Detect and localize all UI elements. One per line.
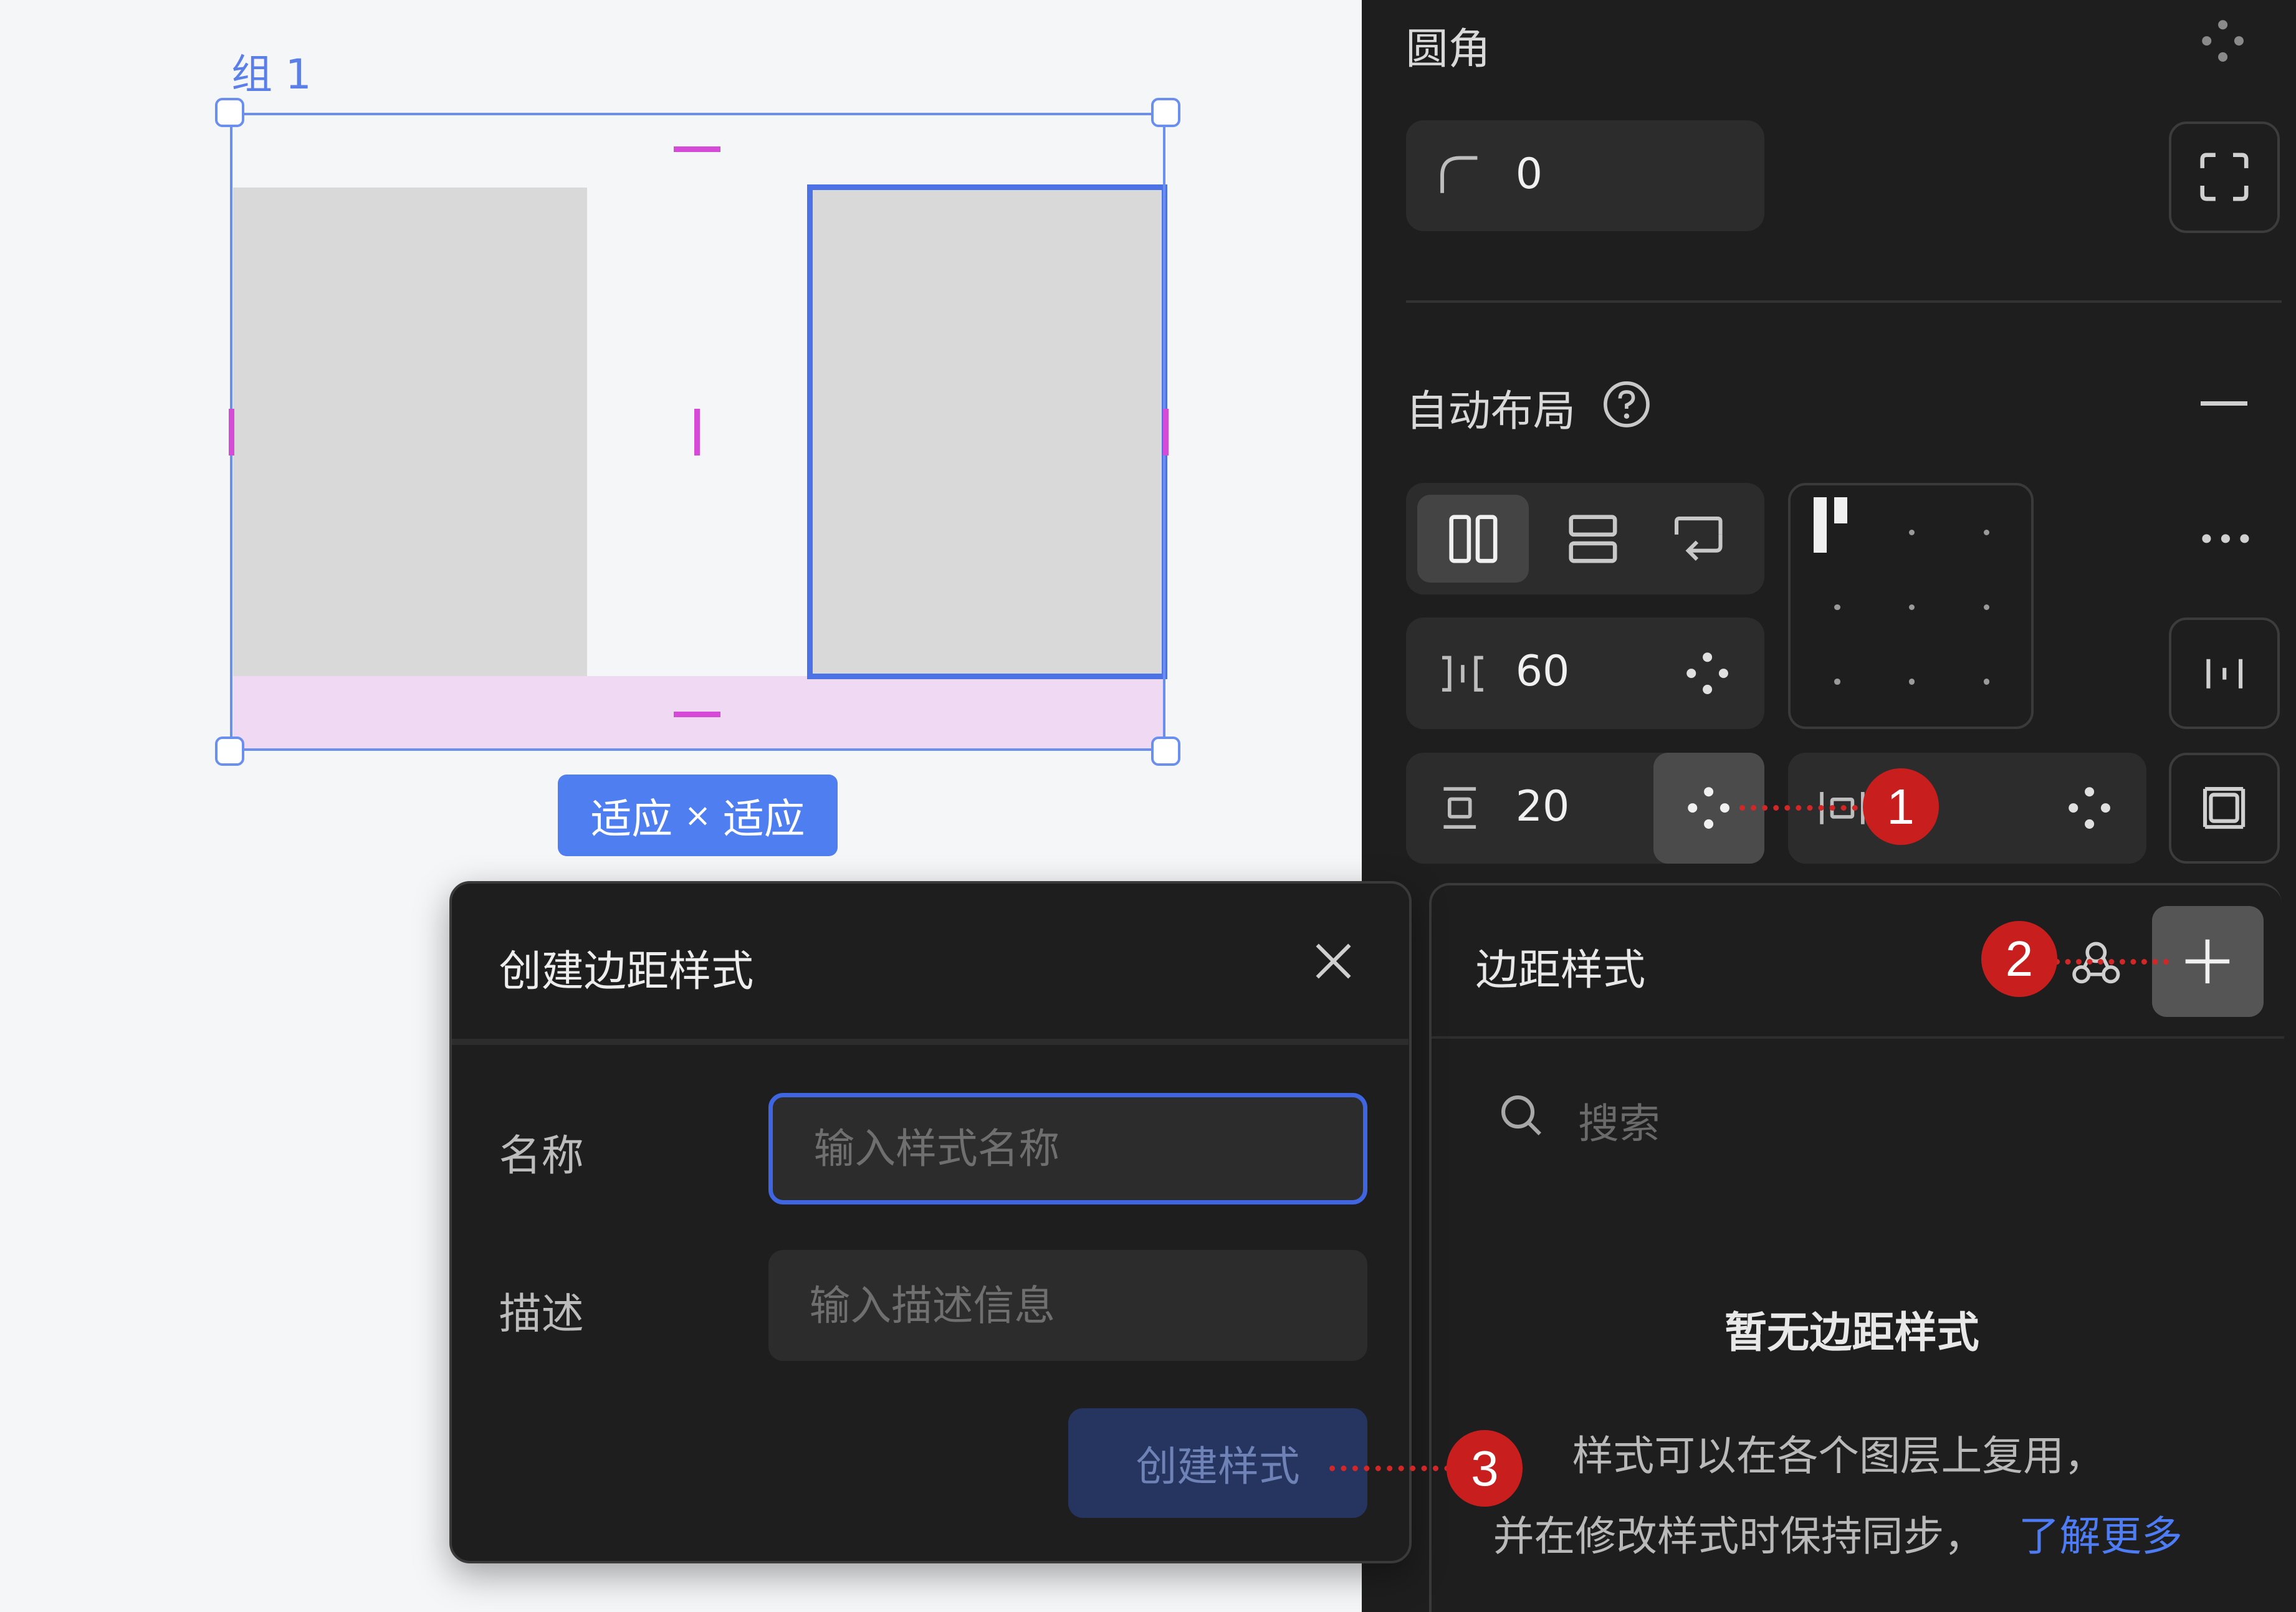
- align-dot[interactable]: [1983, 679, 1990, 685]
- align-dot[interactable]: [1834, 679, 1840, 685]
- direction-vertical-button[interactable]: [1541, 495, 1646, 583]
- alignment-grid[interactable]: [1787, 483, 2034, 730]
- wrap-icon: [1672, 514, 1725, 564]
- direction-horizontal-button[interactable]: [1417, 495, 1529, 583]
- align-dot[interactable]: [1909, 604, 1915, 611]
- learn-more-link[interactable]: 了解更多: [2019, 1512, 2183, 1560]
- add-style-button[interactable]: [2152, 905, 2264, 1018]
- padding-vertical-value: 20: [1515, 781, 1570, 831]
- columns-icon: [1448, 514, 1498, 564]
- close-icon[interactable]: [1314, 942, 1352, 980]
- name-input[interactable]: [768, 1093, 1367, 1204]
- direction-wrap-button[interactable]: [1652, 495, 1757, 583]
- space-between-icon: [2203, 652, 2246, 695]
- frame-label[interactable]: 组 1: [231, 41, 312, 100]
- align-bar-short: [1834, 497, 1848, 524]
- times-sign: ×: [684, 796, 712, 834]
- remove-auto-layout-button[interactable]: [2201, 401, 2248, 406]
- corner-radius-field[interactable]: 0: [1405, 120, 1765, 232]
- create-padding-style-dialog: 创建边距样式 名称 描述 创建样式: [449, 881, 1412, 1564]
- gap-icon: [1438, 652, 1488, 695]
- step-1-connector: [1739, 805, 1880, 811]
- padding-vertical-field[interactable]: 20: [1405, 752, 1765, 864]
- space-between-button[interactable]: [2168, 618, 2280, 730]
- resize-handle-top-right[interactable]: [1150, 98, 1180, 128]
- independent-padding-icon: [2201, 785, 2247, 831]
- padding-h-style-dots-icon[interactable]: [2066, 785, 2113, 831]
- name-label: 名称: [499, 1132, 584, 1181]
- gap-marker[interactable]: [694, 408, 701, 455]
- align-dot[interactable]: [1909, 679, 1915, 685]
- gap-style-dots-icon[interactable]: [1684, 650, 1731, 697]
- size-mode-pill[interactable]: 适应 × 适应: [558, 774, 838, 857]
- gap-field[interactable]: 60: [1405, 618, 1765, 730]
- align-dot[interactable]: [1983, 604, 1990, 611]
- rows-icon: [1568, 514, 1618, 564]
- align-dot[interactable]: [1983, 529, 1990, 536]
- style-dots-icon[interactable]: [2199, 17, 2246, 64]
- independent-padding-button[interactable]: [2168, 752, 2280, 864]
- padding-top-marker[interactable]: [673, 146, 720, 153]
- padding-style-popup: 边距样式 搜索 暂无边距样式 样式可以在各个图层上复用， 并在修改样式时保持同步…: [1429, 882, 2284, 1612]
- dialog-title: 创建边距样式: [499, 947, 754, 996]
- align-dot[interactable]: [1909, 529, 1915, 536]
- auto-layout-title: 自动布局: [1405, 386, 1576, 436]
- step-3-badge: 3: [1447, 1430, 1523, 1507]
- gap-value: 60: [1515, 647, 1570, 697]
- create-style-button[interactable]: 创建样式: [1068, 1408, 1367, 1518]
- align-bar-tall: [1814, 497, 1827, 553]
- expand-corners-icon: [2199, 152, 2249, 202]
- more-options-icon[interactable]: [2201, 533, 2251, 545]
- padding-vertical-icon: [1438, 785, 1481, 831]
- resize-handle-bottom-right[interactable]: [1150, 736, 1180, 766]
- popup-divider: [1432, 1036, 2284, 1039]
- empty-state-desc-line1: 样式可以在各个图层上复用，: [1572, 1432, 2105, 1480]
- plus-icon: [2183, 937, 2232, 986]
- help-icon[interactable]: [1602, 379, 1652, 429]
- height-mode: 适应: [722, 795, 805, 844]
- resize-handle-top-left[interactable]: [215, 98, 245, 128]
- width-mode: 适应: [590, 795, 673, 844]
- corner-radius-icon: [1438, 152, 1481, 196]
- align-dot[interactable]: [1834, 604, 1840, 611]
- step-3-connector: [1329, 1465, 1461, 1471]
- step-1-badge: 1: [1862, 768, 1939, 845]
- popup-title: 边距样式: [1475, 945, 1646, 995]
- empty-state-title: 暂无边距样式: [1724, 1309, 1979, 1358]
- section-divider: [1405, 300, 2282, 303]
- padding-left-marker[interactable]: [228, 408, 234, 455]
- search-input[interactable]: 搜索: [1578, 1090, 1660, 1150]
- search-icon: [1499, 1093, 1543, 1137]
- description-label: 描述: [499, 1289, 584, 1339]
- independent-corners-button[interactable]: [2168, 122, 2280, 233]
- step-2-connector: [2054, 958, 2169, 965]
- padding-right-marker[interactable]: [1162, 408, 1169, 455]
- empty-state-desc-line2: 并在修改样式时保持同步，: [1493, 1512, 1985, 1561]
- corner-radius-title: 圆角: [1405, 25, 1491, 75]
- description-input[interactable]: [768, 1249, 1367, 1362]
- corner-radius-value: 0: [1515, 149, 1543, 199]
- resize-handle-bottom-left[interactable]: [215, 736, 245, 766]
- layout-direction-group: [1405, 483, 1765, 594]
- step-2-badge: 2: [1981, 920, 2058, 997]
- padding-bottom-marker[interactable]: [673, 711, 720, 718]
- dialog-divider: [452, 1039, 1409, 1045]
- padding-style-dots-icon: [1685, 785, 1732, 831]
